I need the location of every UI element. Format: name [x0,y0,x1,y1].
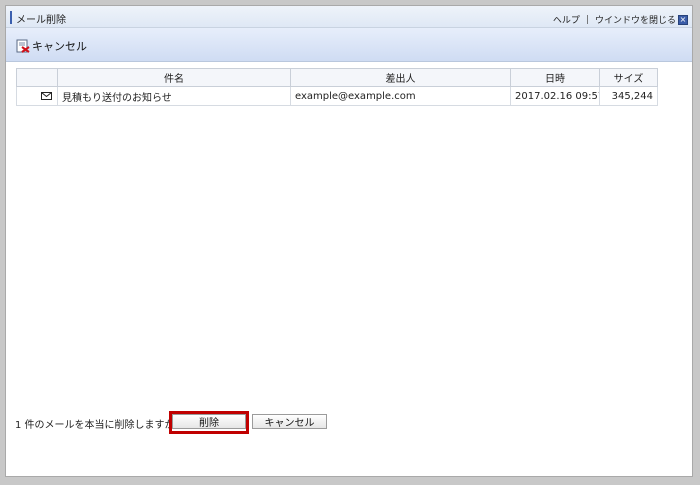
confirm-message: 1 件のメールを本当に削除しますか？ [15,420,185,431]
link-separator: | [585,14,589,25]
table-row: 見積もり送付のお知らせ example@example.com 2017.02.… [16,86,658,106]
column-header-icon [16,68,58,87]
title-bar: メール削除 ヘルプ | ウインドウを閉じる × [6,6,692,28]
envelope-icon [41,91,52,100]
title-links: ヘルプ | ウインドウを閉じる × [553,13,688,26]
column-header-subject: 件名 [57,68,291,87]
column-header-datetime: 日時 [510,68,600,87]
delete-mail-window: メール削除 ヘルプ | ウインドウを閉じる × キャンセル 件名 差出人 日時 … [5,5,693,477]
help-link[interactable]: ヘルプ [553,13,580,26]
column-header-size: サイズ [599,68,658,87]
column-header-sender: 差出人 [290,68,511,87]
cancel-button[interactable]: キャンセル [252,414,327,429]
close-icon[interactable]: × [678,14,688,25]
toolbar-cancel-button[interactable]: キャンセル [16,38,87,54]
row-icon-cell [16,86,58,106]
title-accent-bar [10,11,12,24]
mail-table: 件名 差出人 日時 サイズ 見積もり送付のお知らせ example@exampl… [16,68,658,106]
row-size: 345,244 [599,86,658,106]
table-header-row: 件名 差出人 日時 サイズ [16,68,658,87]
row-datetime: 2017.02.16 09:57 [510,86,600,106]
page-title: メール削除 [16,15,66,26]
cancel-document-icon [16,39,30,53]
delete-button[interactable]: 削除 [172,414,246,429]
toolbar-cancel-label: キャンセル [32,40,87,53]
row-subject: 見積もり送付のお知らせ [57,86,291,106]
close-window-link[interactable]: ウインドウを閉じる [595,13,676,26]
row-sender: example@example.com [290,86,511,106]
toolbar: キャンセル [6,28,692,62]
